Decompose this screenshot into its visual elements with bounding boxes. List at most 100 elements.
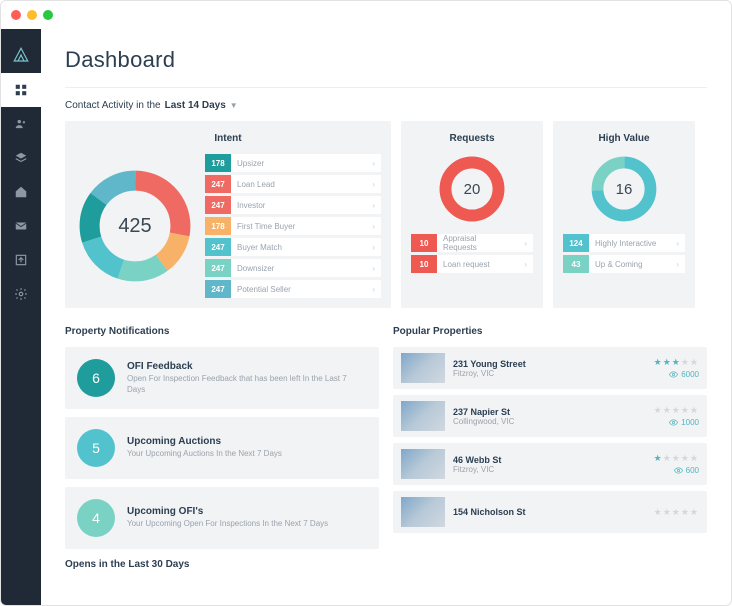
popular-title: Popular Properties [393, 326, 707, 337]
requests-row-label: Appraisal Requests [437, 234, 518, 252]
notification-text: OFI Feedback Open For Inspection Feedback… [127, 361, 367, 395]
count-badge: 178 [205, 217, 231, 235]
property-row[interactable]: 237 Napier StCollingwood, VIC ★★★★★1000 [393, 395, 707, 437]
property-row[interactable]: 154 Nicholson St ★★★★★ [393, 491, 707, 533]
property-thumb [401, 449, 445, 479]
sidebar-item-contacts[interactable] [1, 107, 41, 141]
chevron-right-icon: › [366, 243, 381, 252]
notification-item[interactable]: 6OFI FeedbackOpen For Inspection Feedbac… [65, 347, 379, 409]
window-close-icon[interactable] [11, 10, 21, 20]
star-rating: ★★★★★ [654, 405, 699, 416]
property-meta: ★★★★★600 [654, 453, 699, 475]
sidebar-item-properties[interactable] [1, 175, 41, 209]
count-badge: 178 [205, 154, 231, 172]
highvalue-list: 124Highly Interactive› 43Up & Coming› [563, 234, 685, 273]
property-meta: ★★★★★1000 [654, 405, 699, 427]
notifications-list: 6OFI FeedbackOpen For Inspection Feedbac… [65, 347, 379, 549]
chevron-right-icon: › [366, 264, 381, 273]
property-row[interactable]: 231 Young StreetFitzroy, VIC ★★★★★6000 [393, 347, 707, 389]
window-titlebar [1, 1, 731, 29]
activity-filter[interactable]: Contact Activity in the Last 14 Days ▼ [65, 100, 707, 111]
property-address: 231 Young Street [453, 359, 526, 369]
property-info: 154 Nicholson St [453, 507, 526, 517]
highvalue-total: 16 [589, 154, 659, 224]
notification-title: OFI Feedback [127, 361, 367, 372]
eye-icon [674, 466, 683, 475]
highvalue-row-label: Up & Coming [589, 260, 670, 269]
intent-row[interactable]: 247Investor› [205, 196, 381, 214]
count-badge: 247 [205, 238, 231, 256]
eye-icon [669, 370, 678, 379]
intent-row[interactable]: 247Potential Seller› [205, 280, 381, 298]
intent-row[interactable]: 247Buyer Match› [205, 238, 381, 256]
notification-sub: Your Upcoming Auctions In the Next 7 Day… [127, 449, 282, 459]
app-window: Dashboard Contact Activity in the Last 1… [0, 0, 732, 606]
filter-prefix: Contact Activity in the [65, 100, 161, 111]
sidebar-item-export[interactable] [1, 243, 41, 277]
property-location: Collingwood, VIC [453, 417, 514, 426]
count-badge: 247 [205, 280, 231, 298]
property-info: 237 Napier StCollingwood, VIC [453, 407, 514, 426]
intent-row[interactable]: 178First Time Buyer› [205, 217, 381, 235]
property-thumb [401, 401, 445, 431]
count-badge: 10 [411, 255, 437, 273]
count-badge: 247 [205, 259, 231, 277]
intent-row-label: Downsizer [231, 264, 366, 273]
property-row[interactable]: 46 Webb StFitzroy, VIC★★★★★600 [393, 443, 707, 485]
count-badge: 124 [563, 234, 589, 252]
chevron-down-icon: ▼ [230, 101, 238, 110]
sidebar-item-mail[interactable] [1, 209, 41, 243]
requests-row[interactable]: 10Appraisal Requests› [411, 234, 533, 252]
notification-item[interactable]: 5Upcoming AuctionsYour Upcoming Auctions… [65, 417, 379, 479]
property-address: 237 Napier St [453, 407, 514, 417]
layers-icon [14, 151, 28, 165]
highvalue-title: High Value [598, 133, 649, 144]
notification-title: Upcoming OFI's [127, 506, 328, 517]
popular-column: Popular Properties 231 Young StreetFitzr… [393, 326, 707, 580]
sidebar-item-settings[interactable] [1, 277, 41, 311]
chevron-right-icon: › [518, 260, 533, 269]
sidebar-item-dashboard[interactable] [1, 73, 41, 107]
notification-sub: Your Upcoming Open For Inspections In th… [127, 519, 328, 529]
intent-row-label: First Time Buyer [231, 222, 366, 231]
app-logo[interactable] [1, 37, 41, 73]
main-content: Dashboard Contact Activity in the Last 1… [41, 29, 731, 605]
notification-count: 4 [77, 499, 115, 537]
intent-row[interactable]: 247Downsizer› [205, 259, 381, 277]
property-address: 154 Nicholson St [453, 507, 526, 517]
page-title: Dashboard [65, 47, 707, 73]
lower-columns: Property Notifications 6OFI FeedbackOpen… [65, 326, 707, 580]
requests-card: Requests 20 10Appraisal Requests›10Loan … [401, 121, 543, 308]
chevron-right-icon: › [366, 222, 381, 231]
intent-row[interactable]: 247Loan Lead› [205, 175, 381, 193]
requests-row[interactable]: 10Loan request› [411, 255, 533, 273]
notification-sub: Open For Inspection Feedback that has be… [127, 374, 367, 395]
property-address: 46 Webb St [453, 455, 501, 465]
grid-icon [14, 83, 28, 97]
intent-row-label: Loan Lead [231, 180, 366, 189]
home-icon [14, 185, 28, 199]
window-maximize-icon[interactable] [43, 10, 53, 20]
requests-title: Requests [449, 133, 494, 144]
requests-list: 10Appraisal Requests›10Loan request› [411, 234, 533, 273]
window-minimize-icon[interactable] [27, 10, 37, 20]
property-meta: ★★★★★6000 [654, 357, 699, 379]
property-info: 231 Young StreetFitzroy, VIC [453, 359, 526, 378]
highvalue-row[interactable]: 43Up & Coming› [563, 255, 685, 273]
sidebar [1, 29, 41, 605]
chevron-right-icon: › [670, 239, 685, 248]
export-icon [14, 253, 28, 267]
chevron-right-icon: › [670, 260, 685, 269]
intent-row[interactable]: 178Upsizer› [205, 154, 381, 172]
property-thumb [401, 497, 445, 527]
notification-item[interactable]: 4 Upcoming OFI's Your Upcoming Open For In… [65, 487, 379, 549]
requests-donut: 20 [437, 154, 507, 224]
property-views: 6000 [654, 370, 699, 379]
highvalue-row[interactable]: 124Highly Interactive› [563, 234, 685, 252]
intent-row-label: Upsizer [231, 159, 366, 168]
star-rating: ★★★★★ [654, 507, 699, 518]
chevron-right-icon: › [366, 201, 381, 210]
sidebar-item-layers[interactable] [1, 141, 41, 175]
intent-row-label: Investor [231, 201, 366, 210]
notification-text: Upcoming AuctionsYour Upcoming Auctions … [127, 436, 282, 459]
